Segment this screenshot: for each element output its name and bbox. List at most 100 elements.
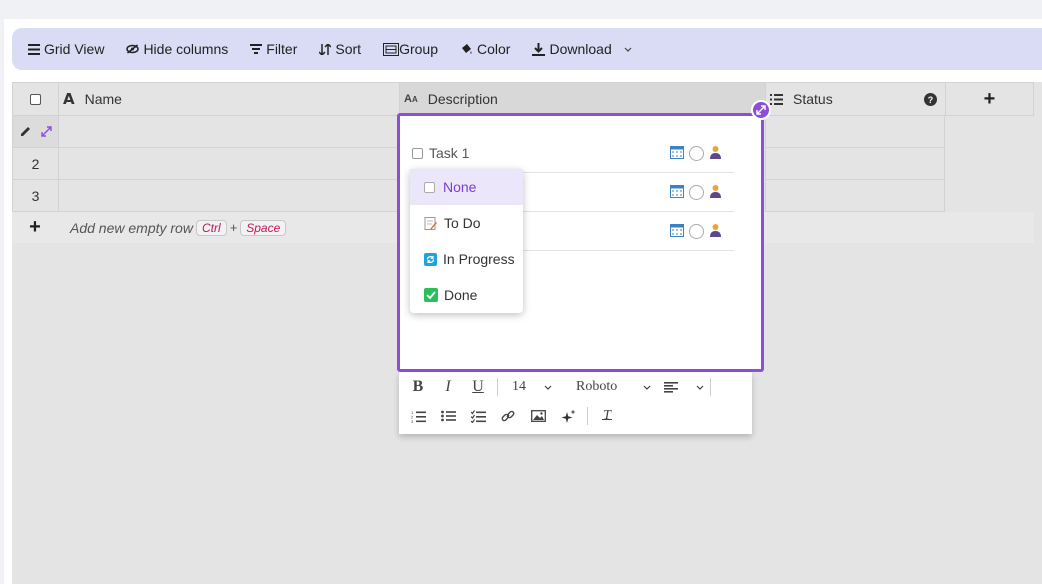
row-3-status-cell[interactable] — [765, 180, 945, 212]
checklist-icon[interactable] — [463, 403, 493, 429]
long-text-type-icon: AA — [404, 93, 418, 105]
row-number: 3 — [31, 187, 40, 204]
refresh-icon — [424, 252, 437, 266]
ordered-list-icon[interactable]: 123 — [403, 403, 433, 429]
list-type-icon — [770, 93, 783, 105]
option-label: None — [443, 179, 477, 195]
image-icon[interactable] — [523, 403, 553, 429]
assignee-icon[interactable] — [709, 145, 722, 162]
row-number: 2 — [31, 155, 40, 172]
sort-button[interactable]: Sort — [319, 41, 361, 57]
status-circle-icon[interactable] — [689, 146, 704, 161]
plus-icon: + — [983, 87, 996, 110]
add-row-label: Add new empty row — [70, 219, 193, 236]
hamburger-icon — [28, 43, 40, 55]
filter-button[interactable]: Filter — [250, 41, 297, 57]
chevron-down-icon — [696, 385, 704, 390]
hide-columns-label: Hide columns — [143, 41, 229, 57]
expand-editor-button[interactable] — [751, 100, 771, 120]
calendar-icon[interactable] — [670, 184, 684, 201]
status-circle-icon[interactable] — [689, 185, 704, 200]
underline-button[interactable]: U — [463, 374, 493, 400]
font-size-value: 14 — [512, 379, 526, 394]
status-option-in-progress[interactable]: In Progress — [410, 241, 523, 277]
row-1-index[interactable] — [12, 116, 58, 148]
task-text[interactable]: Task 1 — [429, 145, 469, 161]
bullet-list-icon[interactable] — [433, 403, 463, 429]
divider — [710, 378, 711, 396]
svg-text:3: 3 — [411, 419, 414, 423]
help-icon[interactable]: ? — [924, 93, 937, 106]
select-all-checkbox[interactable] — [30, 93, 41, 105]
paint-bucket-icon — [460, 43, 473, 55]
download-icon — [532, 42, 546, 56]
column-header-name[interactable]: A Name — [58, 82, 399, 116]
task-checkbox[interactable] — [412, 147, 423, 159]
status-option-none[interactable]: None — [410, 169, 523, 205]
font-size-select[interactable]: 14 — [502, 379, 558, 395]
font-family-select[interactable]: Roboto — [558, 379, 651, 395]
expand-row-icon[interactable] — [40, 124, 52, 140]
edit-icon[interactable] — [20, 124, 31, 140]
option-label: In Progress — [443, 251, 515, 267]
color-button[interactable]: Color — [460, 41, 510, 57]
column-header-description[interactable]: AA Description — [399, 82, 765, 116]
text-align-select[interactable] — [650, 381, 706, 393]
sort-icon — [319, 43, 332, 55]
italic-button[interactable]: I — [433, 374, 463, 400]
divider — [497, 378, 498, 396]
group-button[interactable]: Group — [383, 41, 438, 57]
row-3-index[interactable]: 3 — [12, 180, 58, 212]
color-label: Color — [477, 41, 511, 57]
space-key-hint: Space — [240, 219, 287, 236]
eye-off-icon — [126, 44, 140, 54]
grid-toolbar: Grid View Hide columns Filter Sort Group… — [12, 28, 1042, 70]
task-list-item[interactable]: Task 1 — [412, 134, 734, 173]
option-label: To Do — [444, 215, 481, 231]
option-label: Done — [444, 287, 478, 303]
status-column-label: Status — [793, 91, 833, 107]
select-all-header[interactable] — [12, 82, 58, 116]
status-circle-icon[interactable] — [689, 224, 704, 239]
row-2-name-cell[interactable] — [58, 148, 399, 180]
name-column-label: Name — [84, 91, 122, 107]
filter-icon — [250, 44, 263, 54]
row-1-name-cell[interactable] — [58, 116, 399, 148]
group-label: Group — [399, 41, 438, 57]
hide-columns-button[interactable]: Hide columns — [126, 41, 228, 57]
row-3-name-cell[interactable] — [58, 180, 399, 212]
chevron-down-icon — [544, 385, 552, 390]
clear-format-label: T — [603, 408, 611, 423]
strike-line — [602, 419, 612, 420]
row-2-status-cell[interactable] — [765, 148, 945, 180]
column-header-status[interactable]: Status ? — [765, 82, 945, 116]
link-icon[interactable] — [493, 403, 523, 429]
add-column-button[interactable]: + — [945, 82, 1034, 116]
divider — [587, 407, 588, 425]
bold-button[interactable]: B — [403, 374, 433, 400]
ai-sparkle-icon[interactable] — [553, 403, 583, 429]
empty-checkbox-icon — [424, 181, 435, 193]
calendar-icon[interactable] — [670, 223, 684, 240]
grid-view-label: Grid View — [44, 41, 105, 57]
clear-format-button[interactable]: T — [592, 403, 622, 429]
calendar-icon[interactable] — [670, 145, 684, 162]
top-strip — [0, 0, 1042, 19]
assignee-icon[interactable] — [709, 184, 722, 201]
status-option-todo[interactable]: To Do — [410, 205, 523, 241]
download-button[interactable]: Download — [532, 41, 632, 57]
sort-label: Sort — [335, 41, 362, 57]
task-status-dropdown: None To Do In Progress Done — [410, 169, 523, 313]
add-row-plus-icon[interactable]: + — [12, 216, 58, 239]
key-joiner: + — [229, 220, 238, 235]
row-2-index[interactable]: 2 — [12, 148, 58, 180]
grid-view-button[interactable]: Grid View — [28, 41, 104, 57]
text-format-toolbar: B I U 14 Roboto 123 T — [399, 372, 752, 434]
ctrl-key-hint: Ctrl — [195, 219, 227, 236]
status-option-done[interactable]: Done — [410, 277, 523, 313]
check-mark-icon — [424, 288, 438, 302]
font-family-value: Roboto — [576, 379, 618, 394]
filter-label: Filter — [266, 41, 298, 57]
row-1-status-cell[interactable] — [765, 116, 945, 148]
assignee-icon[interactable] — [709, 223, 722, 240]
